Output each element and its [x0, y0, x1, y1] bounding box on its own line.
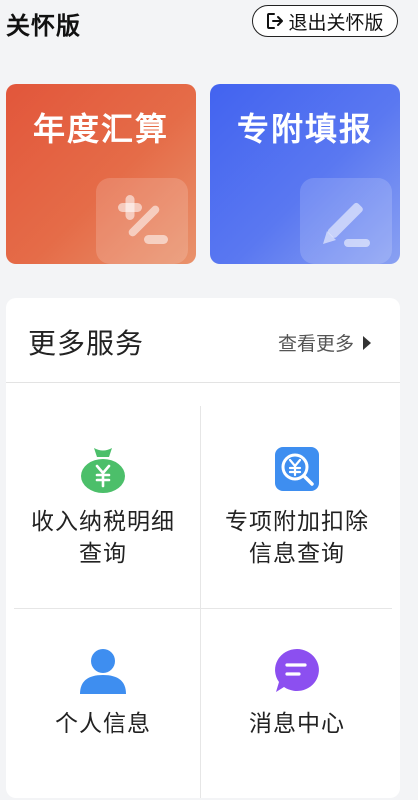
- exit-label: 退出关怀版: [288, 11, 384, 34]
- logout-icon: [266, 12, 284, 30]
- money-bag-icon: [78, 444, 128, 494]
- yuan-search-icon: [272, 444, 322, 494]
- view-more-label: 查看更多: [277, 333, 354, 355]
- person-icon: [78, 646, 128, 696]
- plus-minus-icon: [96, 178, 188, 264]
- service-label: 个人信息: [55, 711, 151, 737]
- service-personal-info[interactable]: 个人信息: [6, 610, 200, 800]
- chevron-right-icon: [362, 335, 372, 351]
- services-title: 更多服务: [28, 327, 145, 360]
- service-income-tax-detail[interactable]: 收入纳税明细 查询: [6, 408, 200, 608]
- message-icon: [272, 646, 322, 696]
- service-message-center[interactable]: 消息中心: [200, 610, 394, 800]
- top-bar: 关怀版 退出关怀版: [0, 0, 418, 48]
- service-label: 专项附加扣除 信息查询: [225, 509, 369, 567]
- service-label: 收入纳税明细 查询: [31, 509, 175, 567]
- service-label: 消息中心: [249, 711, 345, 737]
- grid-divider-horizontal: [14, 608, 392, 609]
- page-title: 关怀版: [6, 12, 81, 40]
- annual-settlement-card[interactable]: 年度汇算: [6, 84, 196, 264]
- special-deduction-title: 专附填报: [236, 110, 373, 148]
- view-more-link[interactable]: 查看更多: [278, 329, 372, 356]
- annual-settlement-title: 年度汇算: [32, 110, 169, 148]
- exit-care-mode-button[interactable]: 退出关怀版: [252, 5, 398, 37]
- more-services-panel: 更多服务 查看更多 收入纳税明细 查询 专项附加扣除 信息查询 个人信息 消息中…: [6, 298, 400, 798]
- pencil-icon: [300, 178, 392, 264]
- services-header: 更多服务 查看更多: [6, 298, 400, 383]
- service-special-deduction-query[interactable]: 专项附加扣除 信息查询: [200, 408, 394, 608]
- special-deduction-card[interactable]: 专附填报: [210, 84, 400, 264]
